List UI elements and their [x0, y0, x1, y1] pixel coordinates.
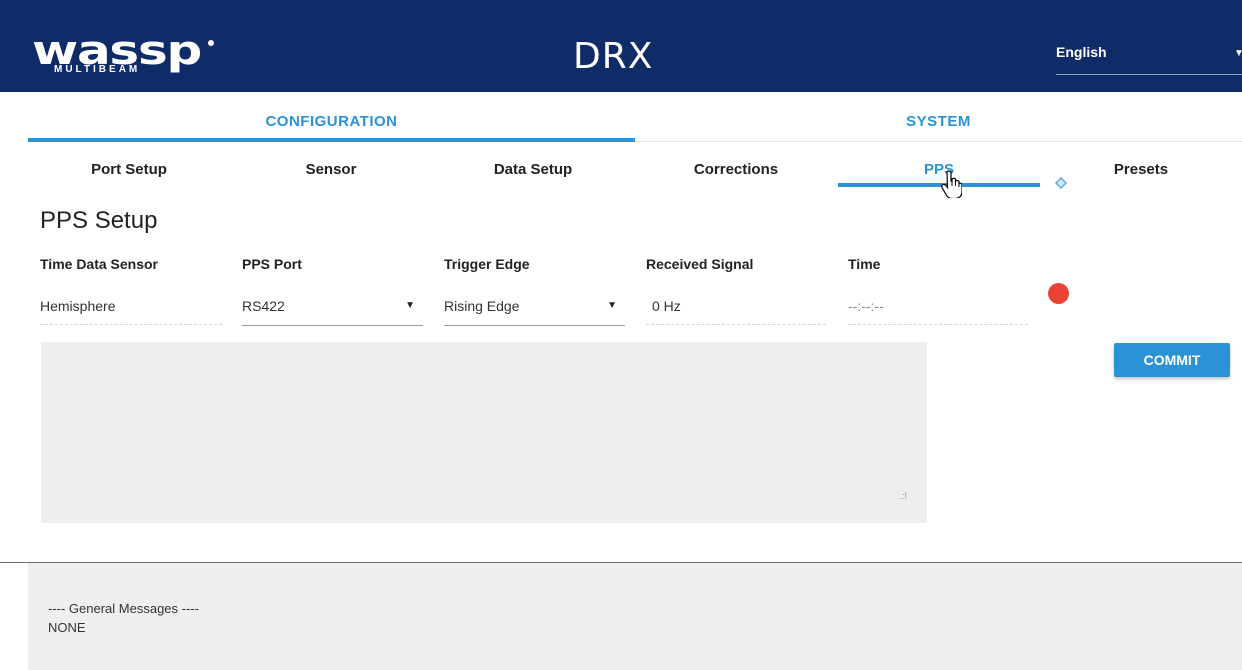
subtab-port-setup[interactable]: Port Setup: [28, 161, 230, 178]
subtab-presets[interactable]: Presets: [1040, 161, 1242, 178]
pps-port-select[interactable]: RS422 ▼: [242, 288, 423, 326]
time-data-sensor-field: Hemisphere: [40, 288, 222, 325]
label-pps-port: PPS Port: [242, 256, 302, 272]
received-signal-value: 0 Hz: [652, 298, 681, 314]
time-value: --:--:--: [848, 298, 884, 314]
tab-system[interactable]: SYSTEM: [635, 113, 1242, 130]
product-name: DRX: [573, 36, 654, 77]
label-received-signal: Received Signal: [646, 256, 754, 272]
messages-heading: ---- General Messages ----: [48, 601, 199, 616]
received-signal-field: 0 Hz: [646, 288, 826, 325]
language-select[interactable]: English ▼: [1056, 44, 1242, 75]
subtab-data-setup[interactable]: Data Setup: [432, 161, 634, 178]
subtab-sensor[interactable]: Sensor: [230, 161, 432, 178]
chevron-down-icon: ▼: [1234, 48, 1242, 59]
tab-configuration[interactable]: CONFIGURATION: [28, 113, 635, 130]
registered-mark-icon: [208, 40, 214, 46]
subtab-corrections[interactable]: Corrections: [635, 161, 837, 178]
app-header: wassp MULTIBEAM DRX English ▼: [0, 0, 1242, 92]
hand-cursor-icon: [941, 170, 962, 198]
trigger-edge-value: Rising Edge: [444, 298, 520, 314]
trigger-edge-select[interactable]: Rising Edge ▼: [444, 288, 625, 326]
pps-status-indicator: [1048, 283, 1069, 304]
label-time: Time: [848, 256, 881, 272]
page-title: PPS Setup: [40, 207, 158, 234]
wassp-logo: wassp MULTIBEAM: [32, 28, 214, 84]
chevron-down-icon: ▼: [405, 300, 415, 311]
resize-grip-icon[interactable]: .:!: [899, 491, 907, 501]
logo-subtext: MULTIBEAM: [54, 64, 141, 75]
chevron-down-icon: ▼: [607, 300, 617, 311]
pps-log-textarea[interactable]: .:!: [41, 342, 927, 523]
subtab-pps[interactable]: PPS: [838, 161, 1040, 178]
commit-button[interactable]: COMMIT: [1114, 343, 1230, 377]
subtab-pps-indicator: [838, 183, 1040, 187]
language-value: English: [1056, 44, 1107, 60]
time-field: --:--:--: [848, 288, 1028, 325]
label-time-data-sensor: Time Data Sensor: [40, 256, 159, 272]
pps-port-value: RS422: [242, 298, 285, 314]
messages-body: NONE: [48, 620, 86, 635]
tab-configuration-indicator: [28, 138, 635, 142]
tag-icon: [1055, 177, 1067, 189]
label-trigger-edge: Trigger Edge: [444, 256, 530, 272]
time-data-sensor-value: Hemisphere: [40, 298, 116, 314]
tab-divider: [635, 141, 1242, 142]
general-messages-panel: ---- General Messages ---- NONE: [28, 563, 1242, 670]
